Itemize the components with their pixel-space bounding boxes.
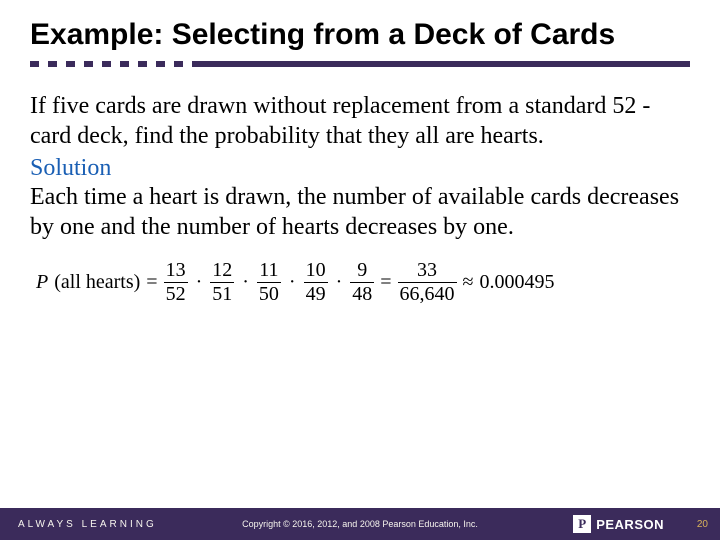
approx-symbol: ≈	[463, 271, 474, 294]
pearson-badge-icon: P	[573, 515, 591, 533]
dot-2: ·	[240, 271, 251, 294]
probability-equation: P (all hearts) = 1352 · 1251 · 1150 · 104…	[30, 260, 690, 305]
result-fraction: 3366,640	[398, 260, 457, 305]
footer-tagline: ALWAYS LEARNING	[0, 519, 157, 530]
fraction-1: 1352	[164, 260, 188, 305]
title-rule	[30, 61, 690, 67]
equals-1: =	[146, 271, 157, 294]
problem-text: If five cards are drawn without replacem…	[30, 91, 690, 151]
solution-text: Each time a heart is drawn, the number o…	[30, 182, 690, 242]
approx-value: 0.000495	[480, 271, 555, 294]
pearson-logo: P PEARSON	[573, 515, 664, 533]
fraction-5: 948	[350, 260, 374, 305]
dot-3: ·	[287, 271, 298, 294]
fraction-4: 1049	[304, 260, 328, 305]
pearson-logo-text: PEARSON	[596, 517, 664, 532]
fraction-2: 1251	[210, 260, 234, 305]
slide-title: Example: Selecting from a Deck of Cards	[30, 18, 690, 53]
prob-symbol: P	[36, 271, 48, 294]
dot-4: ·	[334, 271, 345, 294]
prob-arg: (all hearts)	[54, 271, 140, 294]
equals-2: =	[380, 271, 391, 294]
fraction-3: 1150	[257, 260, 281, 305]
copyright-text: Copyright © 2016, 2012, and 2008 Pearson…	[242, 519, 478, 529]
solution-label: Solution	[30, 155, 690, 182]
dot-1: ·	[194, 271, 205, 294]
page-number: 20	[697, 519, 708, 530]
footer-bar: ALWAYS LEARNING Copyright © 2016, 2012, …	[0, 508, 720, 540]
